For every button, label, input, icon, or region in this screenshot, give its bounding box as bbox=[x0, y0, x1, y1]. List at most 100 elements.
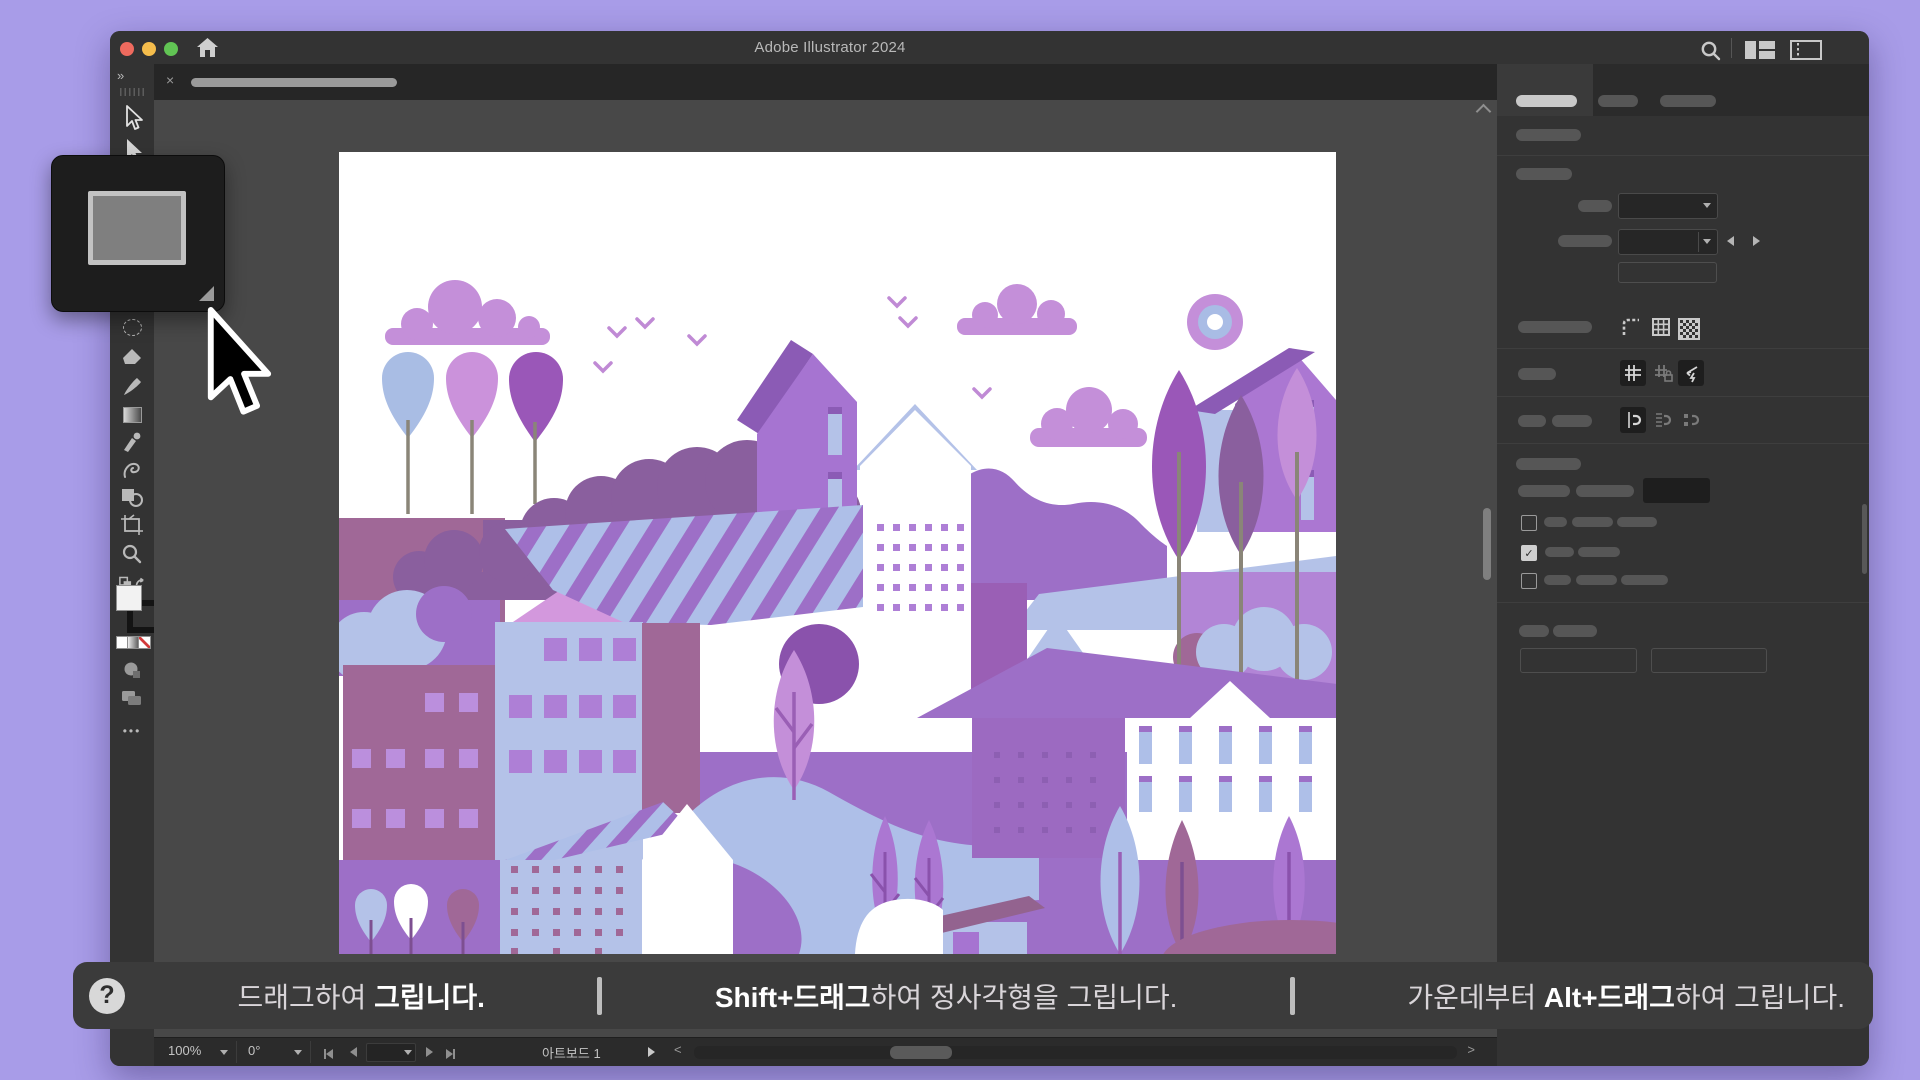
horizontal-scrollbar-thumb[interactable] bbox=[890, 1046, 952, 1059]
panel-section-label-bar bbox=[1516, 168, 1572, 180]
flyout-corner-icon bbox=[199, 286, 214, 301]
rail-overflow-icon[interactable]: » bbox=[117, 68, 124, 83]
panel-next-button[interactable] bbox=[1753, 236, 1760, 246]
panel-tab-3-label-bar[interactable] bbox=[1660, 95, 1716, 107]
artwork-cloud-topright bbox=[957, 284, 1077, 335]
zoom-dropdown-icon[interactable] bbox=[220, 1050, 228, 1055]
close-window-button[interactable] bbox=[120, 42, 134, 56]
illustrator-window: Adobe Illustrator 2024 » bbox=[110, 31, 1869, 1066]
artboard-tool[interactable] bbox=[118, 512, 146, 538]
last-artboard-button[interactable] bbox=[446, 1047, 455, 1062]
artboard-number-select[interactable] bbox=[366, 1043, 416, 1062]
shape-tool-flyout bbox=[51, 155, 225, 312]
toast-divider bbox=[597, 977, 602, 1015]
show-guides-icon[interactable] bbox=[1620, 360, 1646, 386]
horizontal-scrollbar-track[interactable] bbox=[694, 1046, 1457, 1059]
lock-guides-icon[interactable] bbox=[1650, 360, 1676, 386]
panel-layout-icon[interactable] bbox=[1790, 40, 1822, 60]
toast-segment-2: Shift+드래그하여 정사각형을 그립니다. bbox=[715, 976, 1178, 1016]
scroll-right-icon[interactable]: > bbox=[1467, 1042, 1475, 1057]
panel-checkbox-checked[interactable]: ✓ bbox=[1521, 545, 1537, 561]
rotation-value[interactable]: 0° bbox=[248, 1043, 260, 1058]
panel-field-label-bar bbox=[1558, 235, 1612, 247]
rectangle-tool-icon[interactable] bbox=[88, 191, 186, 265]
document-tabstrip: × bbox=[154, 64, 1497, 100]
panel-scrollbar-thumb[interactable] bbox=[1862, 504, 1867, 574]
vertical-scrollbar-thumb[interactable] bbox=[1483, 508, 1491, 580]
gradient-tool[interactable] bbox=[118, 402, 146, 428]
artwork-foreground-left bbox=[339, 860, 500, 954]
grid-icon[interactable] bbox=[1650, 316, 1672, 338]
eyedropper-tool[interactable] bbox=[118, 429, 146, 455]
paintbrush-tool[interactable] bbox=[118, 374, 146, 400]
panel-tab-1-label-bar[interactable] bbox=[1516, 95, 1577, 107]
lasso-tool[interactable] bbox=[118, 314, 146, 340]
rail-grip[interactable] bbox=[120, 88, 146, 96]
transparency-grid-icon[interactable] bbox=[1678, 318, 1700, 340]
swatch-none-icon[interactable] bbox=[138, 636, 151, 649]
panel-checkbox[interactable] bbox=[1521, 573, 1537, 589]
panel-tab-2-label-bar[interactable] bbox=[1598, 95, 1638, 107]
panel-field-label-bar bbox=[1553, 625, 1597, 637]
scroll-left-icon[interactable]: < bbox=[674, 1042, 682, 1057]
zoom-level[interactable]: 100% bbox=[168, 1043, 201, 1058]
tab-close-icon[interactable]: × bbox=[166, 72, 174, 88]
panel-option-label-bar bbox=[1576, 575, 1617, 585]
panel-dropdown[interactable] bbox=[1618, 193, 1718, 219]
search-icon[interactable] bbox=[1700, 40, 1722, 62]
toast-segment-3: 가운데부터 Alt+드래그하여 그립니다. bbox=[1407, 976, 1845, 1016]
panel-field-label-bar bbox=[1518, 368, 1556, 380]
panel-checkbox[interactable] bbox=[1521, 515, 1537, 531]
window-title: Adobe Illustrator 2024 bbox=[170, 39, 1490, 56]
play-icon[interactable] bbox=[648, 1047, 655, 1057]
selection-tool[interactable] bbox=[118, 105, 146, 131]
more-options-icon[interactable]: ••• bbox=[118, 718, 146, 744]
panel-button[interactable] bbox=[1520, 648, 1637, 673]
next-artboard-button[interactable] bbox=[426, 1047, 433, 1057]
panel-field-label-bar bbox=[1518, 321, 1592, 333]
snap-pixel-icon[interactable] bbox=[1678, 407, 1704, 433]
panel-button[interactable] bbox=[1651, 648, 1767, 673]
toast-divider bbox=[1290, 977, 1295, 1015]
panel-tab-active[interactable] bbox=[1497, 64, 1593, 116]
titlebar-divider bbox=[1731, 38, 1732, 58]
panel-dropdown[interactable] bbox=[1618, 229, 1718, 255]
titlebar[interactable]: Adobe Illustrator 2024 bbox=[110, 31, 1869, 64]
panel-prev-button[interactable] bbox=[1727, 236, 1734, 246]
symbol-sprayer-tool[interactable] bbox=[118, 457, 146, 483]
eraser-tool[interactable] bbox=[118, 345, 146, 371]
artwork-sun bbox=[1187, 294, 1243, 350]
pasteboard[interactable] bbox=[154, 100, 1497, 1038]
scroll-up-icon[interactable] bbox=[1476, 104, 1492, 120]
snap-grid-icon[interactable] bbox=[1650, 407, 1676, 433]
zoom-tool[interactable] bbox=[118, 541, 146, 567]
smart-guides-icon[interactable] bbox=[1678, 360, 1704, 386]
artwork-house-h bbox=[972, 718, 1125, 858]
mouse-cursor bbox=[206, 306, 286, 426]
panel-field-label-bar bbox=[1578, 200, 1612, 212]
screen-mode-icon[interactable] bbox=[118, 685, 146, 711]
rotation-dropdown-icon[interactable] bbox=[294, 1050, 302, 1055]
statusbar-divider bbox=[236, 1041, 237, 1063]
shape-builder-tool[interactable] bbox=[118, 484, 146, 510]
artwork-balloon-trees bbox=[382, 352, 563, 514]
previous-artboard-button[interactable] bbox=[350, 1047, 357, 1057]
minimize-window-button[interactable] bbox=[142, 42, 156, 56]
panel-field-label-bar bbox=[1518, 485, 1570, 497]
snap-point-icon[interactable] bbox=[1620, 407, 1646, 433]
artboard-canvas[interactable] bbox=[339, 152, 1336, 954]
panel-input-box[interactable] bbox=[1618, 262, 1717, 283]
document-tab-title-bar[interactable] bbox=[191, 78, 397, 87]
fill-color-indicator[interactable] bbox=[116, 585, 142, 611]
document-area: × bbox=[154, 64, 1497, 1066]
panel-option-label-bar bbox=[1617, 517, 1657, 527]
panel-option-label-bar bbox=[1544, 517, 1567, 527]
drawing-mode-icon[interactable] bbox=[118, 657, 146, 683]
corner-widget-icon[interactable] bbox=[1620, 316, 1642, 338]
arrange-documents-icon[interactable] bbox=[1744, 40, 1776, 60]
panel-option-label-bar bbox=[1572, 517, 1613, 527]
panel-option-label-bar bbox=[1578, 547, 1620, 557]
panel-value-box[interactable] bbox=[1643, 478, 1710, 503]
artwork-building-dotted bbox=[500, 860, 642, 954]
first-artboard-button[interactable] bbox=[324, 1047, 333, 1062]
